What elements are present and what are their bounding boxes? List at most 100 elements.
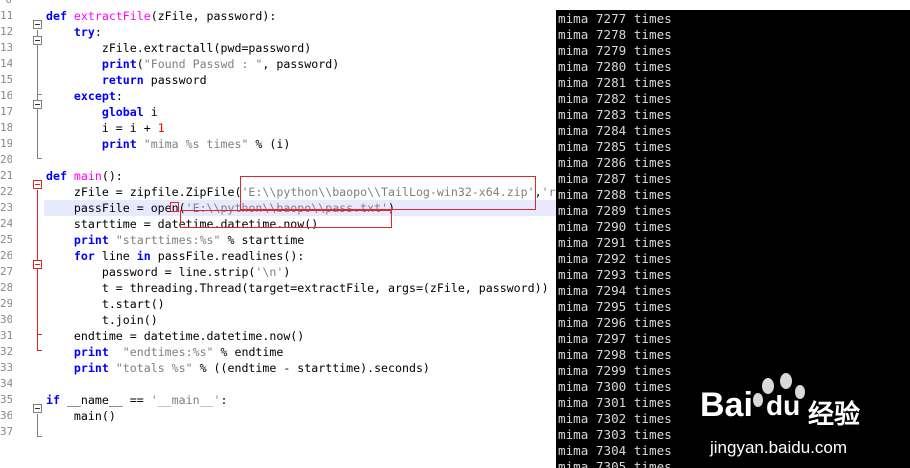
line-number: 37 (0, 425, 12, 438)
code-token: password (143, 73, 207, 87)
fold-end-tick (37, 94, 42, 95)
code-line[interactable]: zFile.extractall(pwd=password) (46, 40, 311, 56)
console-line: mima 7279 times (558, 43, 672, 58)
code-line[interactable]: global i (46, 104, 158, 120)
line-number: 27 (0, 265, 12, 278)
code-token: '\n' (255, 265, 284, 279)
code-token: main() (46, 409, 116, 423)
console-line: mima 7289 times (558, 203, 672, 218)
code-token: "starttimes:%s" (115, 233, 221, 247)
console-line: mima 7298 times (558, 347, 672, 362)
code-line[interactable]: return password (46, 72, 207, 88)
code-line[interactable]: for line in passFile.readlines(): (46, 248, 304, 264)
code-line[interactable]: print "endtimes:%s" % endtime (46, 344, 283, 360)
code-token: "Found Passwd : " (143, 57, 263, 71)
annotation-box-pass-path (180, 210, 392, 228)
console-line: mima 7288 times (558, 187, 672, 202)
code-token: passFile.readlines(): (150, 249, 305, 263)
annotation-box-marker (170, 202, 179, 212)
code-token: print (73, 233, 109, 247)
code-token: passFile = open( (46, 201, 186, 215)
code-line[interactable]: password = line.strip('\n') (46, 264, 290, 280)
code-line[interactable]: print "totals %s" % ((endtime - starttim… (46, 360, 430, 376)
console-line: mima 7290 times (558, 219, 672, 234)
console-line: mima 7286 times (558, 155, 672, 170)
code-token: for (73, 249, 95, 263)
code-line[interactable]: except: (46, 88, 123, 104)
code-line[interactable]: def extractFile(zFile, password): (46, 8, 276, 24)
console-line: mima 7285 times (558, 139, 672, 154)
code-line[interactable]: i = i + 1 (46, 120, 165, 136)
code-token: , password) (262, 57, 340, 71)
code-token: : (220, 393, 228, 407)
fold-end-tick (37, 158, 42, 159)
fold-toggle-main[interactable] (33, 180, 42, 189)
console-line: mima 7283 times (558, 107, 672, 122)
code-line[interactable]: if __name__ == '__main__': (46, 392, 228, 408)
code-token: t = threading.Thread(target=extractFile,… (46, 281, 549, 295)
code-token: 1 (157, 121, 165, 135)
code-token: 'r' (541, 185, 556, 199)
console-line: mima 7297 times (558, 331, 672, 346)
code-line[interactable]: t.join() (46, 312, 158, 328)
code-token: print (73, 345, 109, 359)
fold-line (37, 190, 38, 350)
console-title-strip (556, 0, 910, 10)
code-line[interactable]: endtime = datetime.datetime.now() (46, 328, 304, 344)
console-line: mima 7299 times (558, 363, 672, 378)
code-line[interactable]: t = threading.Thread(target=extractFile,… (46, 280, 549, 296)
baidu-jingyan-watermark: Bai du 经验 jingyan.baidu.com (700, 368, 910, 468)
code-line[interactable]: t.start() (46, 296, 165, 312)
console-line: mima 7284 times (558, 123, 672, 138)
code-token: if (46, 393, 60, 407)
code-token: t.start() (46, 297, 165, 311)
code-token: % endtime (213, 345, 284, 359)
code-token: % starttime (220, 233, 305, 247)
watermark-brand: Bai (700, 386, 753, 424)
code-token: try (73, 25, 95, 39)
fold-end-tick (37, 436, 42, 437)
console-line: mima 7292 times (558, 251, 672, 266)
code-token: zFile.extractall(pwd=password) (46, 41, 312, 55)
code-line[interactable]: def main(): (46, 168, 123, 184)
console-line: mima 7277 times (558, 11, 672, 26)
fold-end-tick (37, 350, 42, 351)
fold-toggle-try[interactable] (33, 36, 42, 45)
watermark-brand-du: du (766, 390, 801, 421)
code-token: : (94, 25, 102, 39)
line-number: 16 (0, 89, 12, 102)
fold-toggle-except[interactable] (33, 100, 42, 109)
code-token: password = line.strip( (46, 265, 256, 279)
code-line[interactable]: main() (46, 408, 116, 424)
code-token: except (73, 89, 116, 103)
code-token: "totals %s" (115, 361, 193, 375)
code-editor[interactable]: 011 12 13 14 15 16 17 18 19 20 21 22 23 24 25 26 27 28 29 3… (0, 0, 556, 468)
code-token: return (101, 73, 144, 87)
line-number: 28 (0, 281, 12, 294)
code-token: print (101, 137, 137, 151)
code-line[interactable]: try: (46, 24, 102, 40)
fold-toggle-for[interactable] (33, 260, 42, 269)
line-number: 15 (0, 73, 12, 86)
code-token: global (101, 105, 144, 119)
code-token: ) (283, 265, 291, 279)
line-number: 14 (0, 57, 12, 70)
code-line[interactable]: print "starttimes:%s" % starttime (46, 232, 304, 248)
fold-toggle-if-main[interactable] (33, 404, 42, 413)
code-line[interactable]: print "mima %s times" % (i) (46, 136, 290, 152)
code-token: endtime = datetime.datetime.now() (46, 329, 305, 343)
fold-toggle-extractfile[interactable] (33, 20, 42, 29)
code-token: __name__ == (59, 393, 151, 407)
code-token: extractFile (73, 9, 151, 23)
code-token: i = i + (46, 121, 158, 135)
code-line[interactable]: print("Found Passwd : ", password) (46, 56, 339, 72)
line-number: 12 (0, 25, 12, 38)
